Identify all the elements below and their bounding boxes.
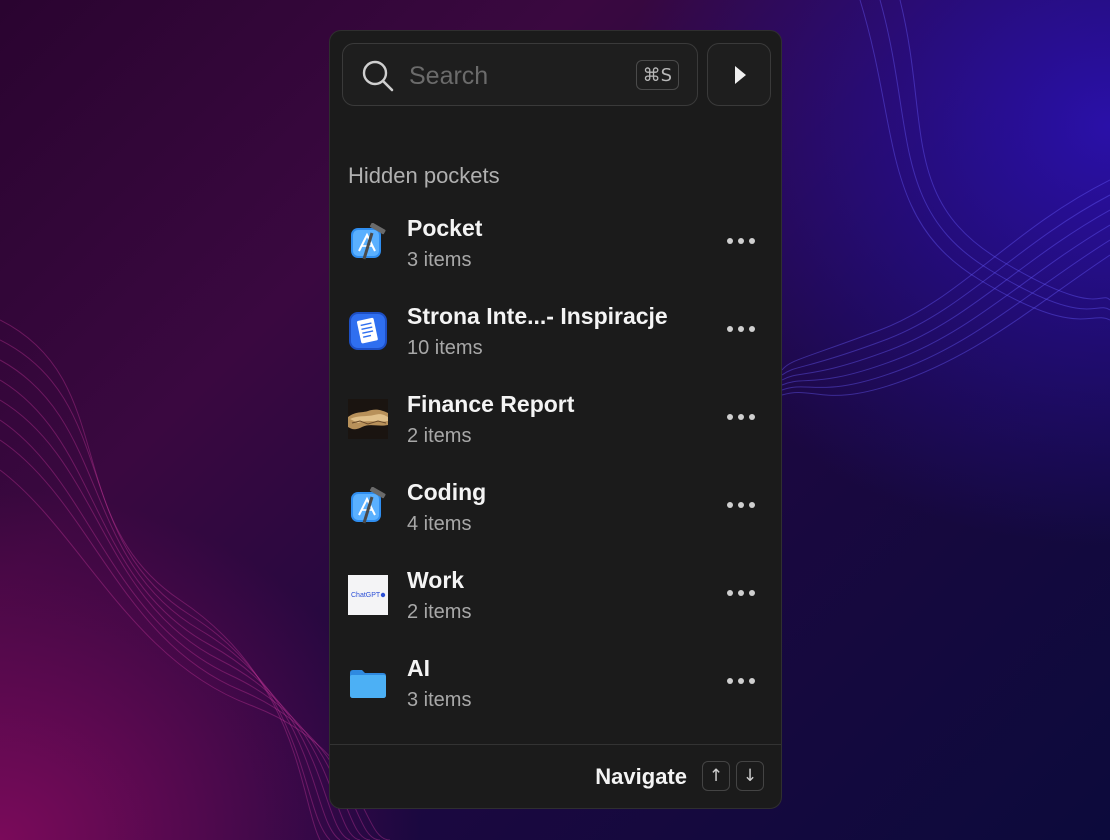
pocket-item-count: 4 items (407, 513, 472, 535)
svg-text:ChatGPT: ChatGPT (351, 592, 381, 599)
search-icon (362, 60, 394, 92)
pocket-item-count: 2 items (407, 601, 472, 623)
more-options-icon[interactable] (725, 493, 757, 517)
pocket-name: AI (407, 655, 430, 681)
pocket-item-work[interactable]: ChatGPT Work 2 items (330, 549, 781, 637)
photo-thumbnail (348, 399, 388, 439)
pocket-item-coding[interactable]: Coding 4 items (330, 461, 781, 549)
more-options-icon[interactable] (725, 669, 757, 693)
pocket-name: Coding (407, 479, 487, 505)
search-input[interactable] (407, 56, 631, 96)
pocket-name: Work (407, 567, 465, 593)
document-app-icon (349, 312, 387, 350)
folder-icon (350, 670, 386, 698)
play-icon (735, 66, 746, 84)
search-box[interactable]: ⌘S (342, 43, 698, 106)
pocket-name: Strona Inte...- Inspiracje (407, 303, 668, 329)
search-shortcut-badge: ⌘S (635, 60, 679, 90)
pocket-item-count: 3 items (407, 689, 472, 711)
section-title: Hidden pockets (348, 163, 500, 188)
chatgpt-thumbnail: ChatGPT (348, 575, 388, 615)
hidden-pockets-panel: ⌘S Hidden pockets Pocket 3 items (329, 30, 782, 809)
pocket-item-ai[interactable]: AI 3 items (330, 637, 781, 725)
pocket-list: Pocket 3 items Strona Inte...- Inspiracj… (330, 197, 781, 725)
arrow-up-key-icon: ↑ (702, 761, 730, 791)
pocket-name: Finance Report (407, 391, 575, 417)
more-options-icon[interactable] (725, 581, 757, 605)
pocket-name: Pocket (407, 215, 483, 241)
more-options-icon[interactable] (725, 229, 757, 253)
pocket-item-count: 2 items (407, 425, 472, 447)
footer-bar: Navigate ↑ ↓ (330, 744, 781, 808)
pocket-item-strona[interactable]: Strona Inte...- Inspiracje 10 items (330, 285, 781, 373)
arrow-down-key-icon: ↓ (736, 761, 764, 791)
xcode-icon (351, 223, 386, 260)
more-options-icon[interactable] (725, 317, 757, 341)
pocket-item-finance-report[interactable]: Finance Report 2 items (330, 373, 781, 461)
pocket-item-count: 10 items (407, 337, 483, 359)
pocket-item-pocket[interactable]: Pocket 3 items (330, 197, 781, 285)
expand-button[interactable] (707, 43, 771, 106)
navigate-label: Navigate (595, 764, 687, 789)
pocket-item-count: 3 items (407, 249, 472, 271)
xcode-icon (351, 487, 386, 524)
more-options-icon[interactable] (725, 405, 757, 429)
